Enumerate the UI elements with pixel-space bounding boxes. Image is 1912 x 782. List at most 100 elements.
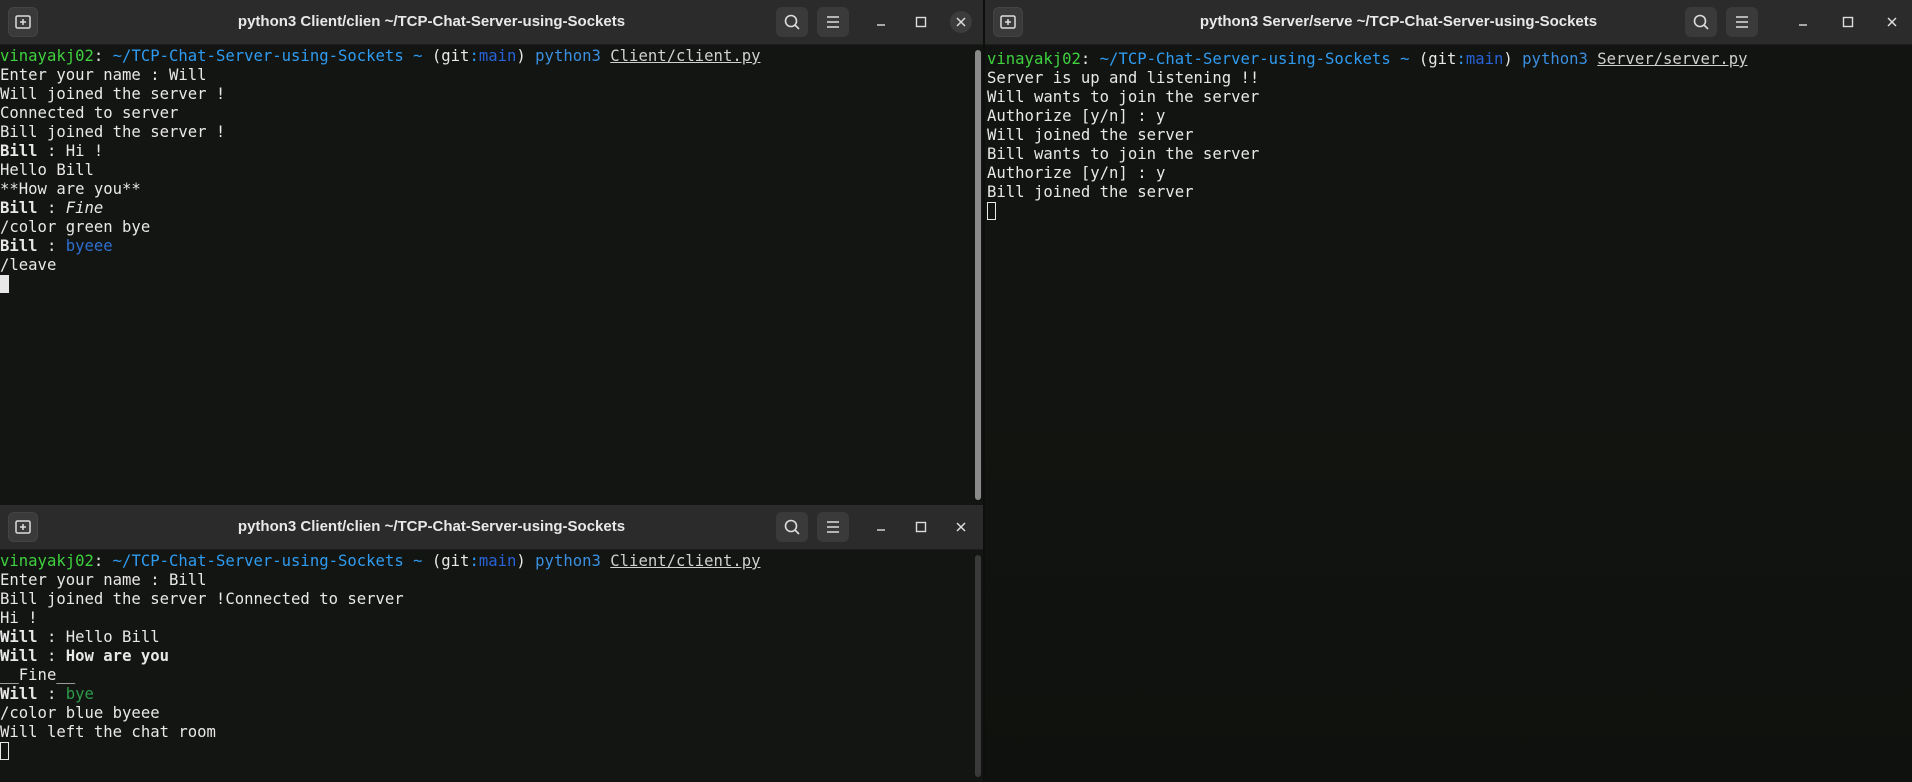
prompt-user: vinayakj02 <box>0 552 94 570</box>
terminal-cursor <box>0 742 9 760</box>
git-branch: main <box>478 552 517 570</box>
prompt-path: ~/TCP-Chat-Server-using-Sockets ~ <box>103 552 432 570</box>
message-text: : Hello Bill <box>37 628 160 646</box>
script-file-link[interactable]: Server/server.py <box>1597 50 1747 68</box>
git-sep: : <box>1456 50 1466 68</box>
output-line: Bill joined the server ! <box>0 123 226 141</box>
menu-button[interactable] <box>1726 7 1758 37</box>
command: python3 <box>525 552 611 570</box>
sender-name: Bill <box>0 199 38 217</box>
search-icon <box>784 14 800 30</box>
git-branch: main <box>478 47 517 65</box>
hamburger-menu-icon <box>827 16 839 28</box>
maximize-icon <box>915 16 927 28</box>
close-icon <box>956 522 966 532</box>
chat-message: Will : bye <box>0 685 971 704</box>
output-line: Server is up and listening !! <box>987 69 1260 87</box>
prompt-colon: : <box>93 552 104 570</box>
close-button[interactable] <box>1881 11 1903 33</box>
sender-name: Will <box>0 685 38 703</box>
script-file-link[interactable]: Client/client.py <box>610 47 760 65</box>
prompt-line: vinayakj02: ~/TCP-Chat-Server-using-Sock… <box>0 47 971 66</box>
window-title: python3 Server/serve ~/TCP-Chat-Server-u… <box>1199 13 1598 30</box>
search-button[interactable] <box>1685 7 1717 37</box>
terminal-output[interactable]: vinayakj02: ~/TCP-Chat-Server-using-Sock… <box>987 50 1900 782</box>
chat-message: Bill : Fine <box>0 199 971 218</box>
minimize-icon <box>877 24 885 26</box>
client-will-titlebar[interactable]: python3 Client/clien ~/TCP-Chat-Server-u… <box>0 0 983 45</box>
cursor-line[interactable] <box>987 202 1900 221</box>
cursor-line[interactable] <box>0 742 971 761</box>
message-sep: : <box>37 199 66 217</box>
sender-name: Will <box>0 628 38 646</box>
output-line: /color blue byeee <box>0 704 160 722</box>
output-line: Authorize [y/n] : y <box>987 107 1166 125</box>
minimize-button[interactable] <box>1792 11 1814 33</box>
script-file-link[interactable]: Client/client.py <box>610 552 760 570</box>
server-terminal-window[interactable]: python3 Server/serve ~/TCP-Chat-Server-u… <box>985 0 1912 782</box>
prompt-line: vinayakj02: ~/TCP-Chat-Server-using-Sock… <box>0 552 971 571</box>
terminal-cursor <box>0 275 9 293</box>
git-open: (git <box>431 47 470 65</box>
maximize-button[interactable] <box>910 516 932 538</box>
new-tab-button[interactable] <box>993 7 1023 37</box>
search-icon <box>1693 14 1709 30</box>
output-line: **How are you** <box>0 180 141 198</box>
menu-button[interactable] <box>817 7 849 37</box>
git-close: ) <box>516 552 526 570</box>
output-line: Will joined the server ! <box>0 85 226 103</box>
message-sep: : <box>37 647 66 665</box>
output-line: Hello Bill <box>0 161 94 179</box>
sender-name: Bill <box>0 142 38 160</box>
chat-message: Bill : Hi ! <box>0 142 971 161</box>
output-line: Will left the chat room <box>0 723 216 741</box>
client-bill-terminal-window[interactable]: python3 Client/clien ~/TCP-Chat-Server-u… <box>0 505 983 782</box>
message-text: byeee <box>65 237 113 255</box>
new-tab-icon <box>15 15 31 29</box>
maximize-button[interactable] <box>1837 11 1859 33</box>
terminal-output[interactable]: vinayakj02: ~/TCP-Chat-Server-using-Sock… <box>0 47 971 507</box>
git-open: (git <box>1418 50 1457 68</box>
scrollbar[interactable] <box>975 50 981 500</box>
close-button[interactable] <box>950 516 972 538</box>
server-titlebar[interactable]: python3 Server/serve ~/TCP-Chat-Server-u… <box>985 0 1912 45</box>
terminal-output[interactable]: vinayakj02: ~/TCP-Chat-Server-using-Sock… <box>0 552 971 782</box>
output-line: Bill joined the server <box>987 183 1194 201</box>
search-button[interactable] <box>776 7 808 37</box>
message-text: Fine <box>65 199 104 217</box>
git-branch: main <box>1465 50 1504 68</box>
cursor-line[interactable] <box>0 275 971 294</box>
git-open: (git <box>431 552 470 570</box>
prompt-user: vinayakj02 <box>987 50 1081 68</box>
prompt-colon: : <box>93 47 104 65</box>
close-icon <box>956 17 966 27</box>
message-text: bye <box>65 685 94 703</box>
client-will-terminal-window[interactable]: python3 Client/clien ~/TCP-Chat-Server-u… <box>0 0 983 507</box>
new-tab-icon <box>1000 15 1016 29</box>
minimize-icon <box>1799 24 1807 26</box>
client-bill-titlebar[interactable]: python3 Client/clien ~/TCP-Chat-Server-u… <box>0 505 983 550</box>
message-sep: : <box>37 685 66 703</box>
chat-message: Will : How are you <box>0 647 971 666</box>
search-button[interactable] <box>776 512 808 542</box>
git-close: ) <box>516 47 526 65</box>
output-line: Enter your name : Will <box>0 66 207 84</box>
new-tab-button[interactable] <box>8 512 38 542</box>
prompt-path: ~/TCP-Chat-Server-using-Sockets ~ <box>1090 50 1419 68</box>
new-tab-button[interactable] <box>8 7 38 37</box>
maximize-button[interactable] <box>910 11 932 33</box>
hamburger-menu-icon <box>827 521 839 533</box>
window-title: python3 Client/clien ~/TCP-Chat-Server-u… <box>237 13 626 30</box>
minimize-button[interactable] <box>870 516 892 538</box>
minimize-button[interactable] <box>870 11 892 33</box>
output-line: Connected to server <box>0 104 179 122</box>
menu-button[interactable] <box>817 512 849 542</box>
output-line: /leave <box>0 256 57 274</box>
chat-message: Bill : byeee <box>0 237 971 256</box>
close-icon <box>1887 17 1897 27</box>
command: python3 <box>525 47 611 65</box>
close-button[interactable] <box>950 11 972 33</box>
scrollbar[interactable] <box>975 555 981 777</box>
output-line: Will wants to join the server <box>987 88 1260 106</box>
maximize-icon <box>915 521 927 533</box>
